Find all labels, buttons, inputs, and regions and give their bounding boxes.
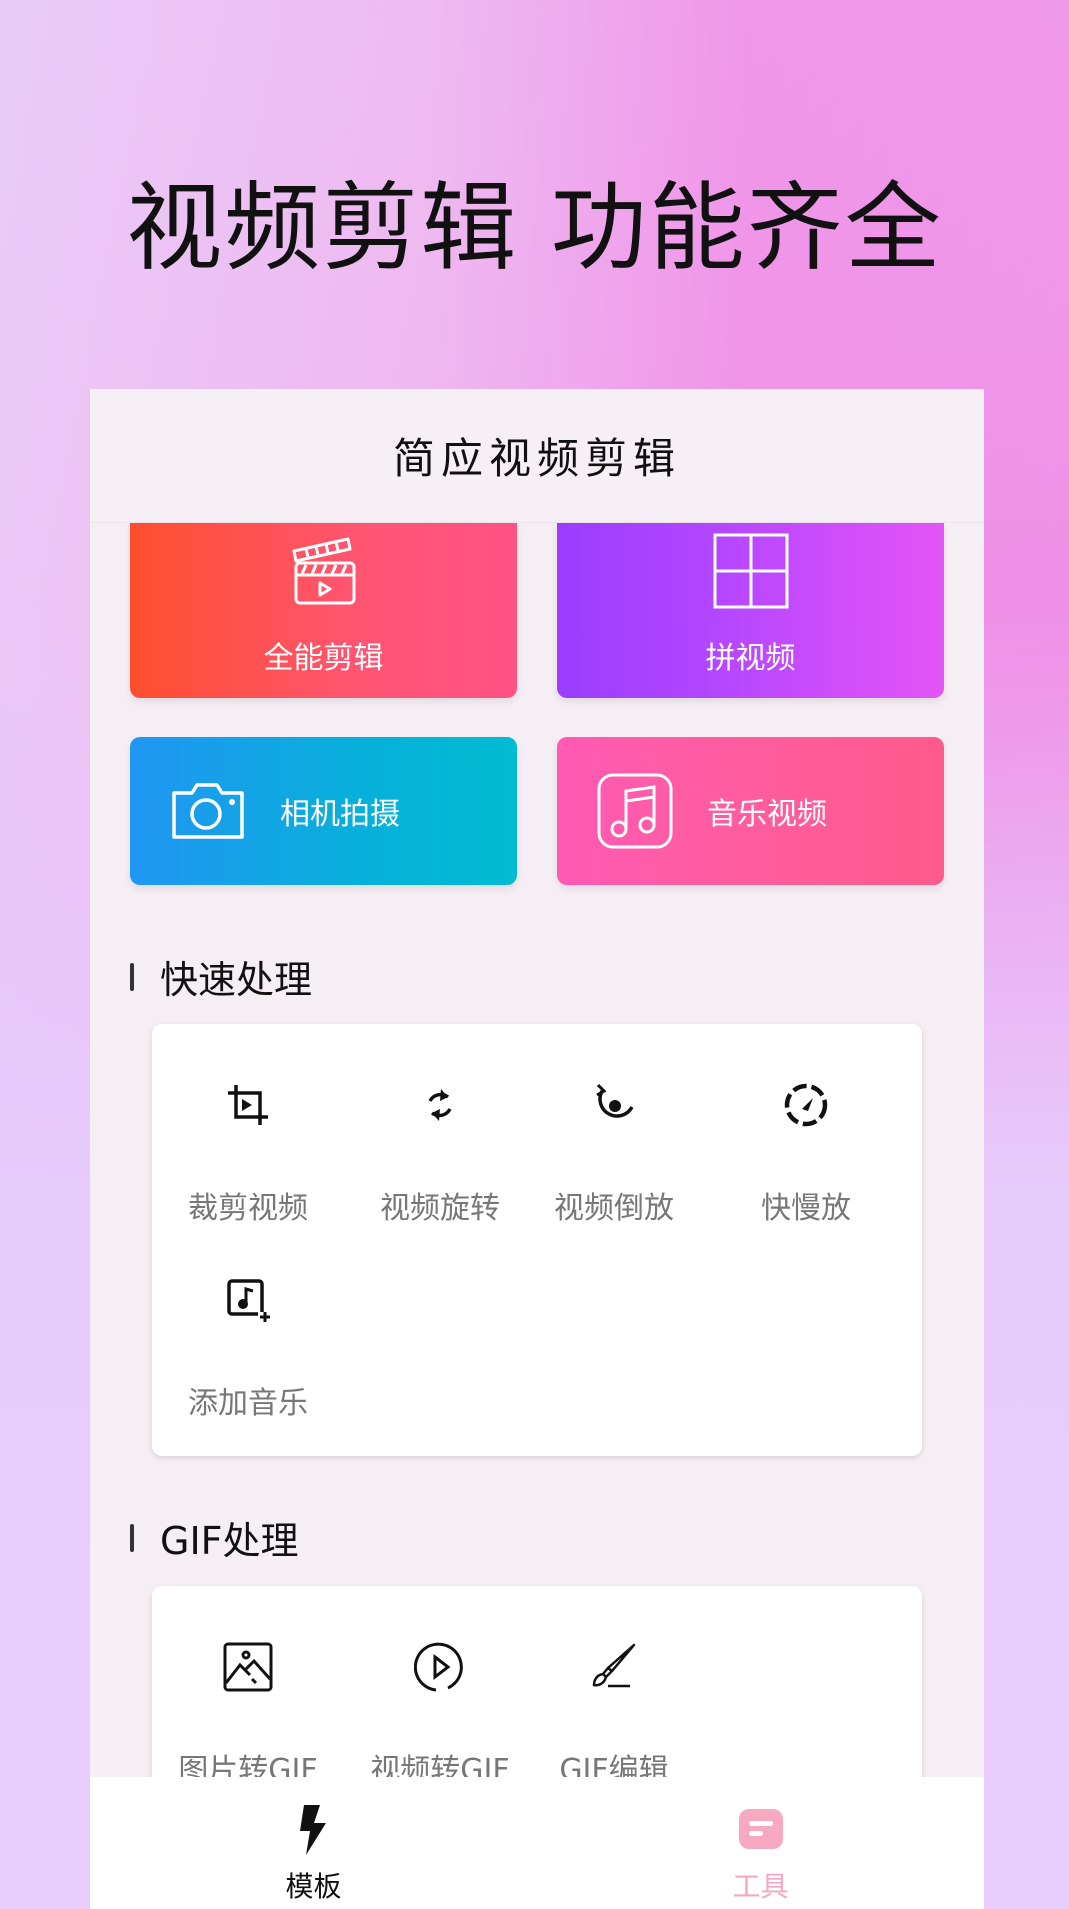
music-note-icon (595, 771, 675, 851)
app-title: 简应视频剪辑 (90, 389, 984, 523)
tool-speed[interactable]: 快慢放 (710, 1079, 902, 1227)
tool-crop-video[interactable]: 裁剪视频 (152, 1079, 344, 1227)
tool-label: 视频旋转 (380, 1191, 500, 1226)
app-screen: 简应视频剪辑 全能剪辑 拼视频 相机拍摄 音乐视频 快速处理 裁剪视频 视频旋转… (90, 389, 984, 1909)
add-music-icon (222, 1274, 274, 1326)
tool-gif-edit[interactable]: GIF编辑 (518, 1641, 710, 1789)
clapperboard-icon (284, 531, 364, 611)
feature-card-camera[interactable]: 相机拍摄 (130, 737, 517, 885)
camera-icon (168, 771, 248, 851)
tool-video-to-gif[interactable]: 视频转GIF (344, 1641, 536, 1789)
feature-card-merge-video[interactable]: 拼视频 (557, 523, 944, 698)
section-marker (130, 962, 134, 991)
play-circle-icon (414, 1641, 466, 1693)
feature-card-label: 音乐视频 (707, 797, 827, 832)
tool-add-music[interactable]: 添加音乐 (152, 1274, 344, 1422)
tab-templates[interactable]: 模板 (90, 1777, 537, 1909)
lightning-icon (290, 1803, 338, 1855)
crop-icon (222, 1079, 274, 1131)
tab-label: 模板 (285, 1870, 342, 1903)
tool-label: 裁剪视频 (188, 1191, 308, 1226)
tab-tools[interactable]: 工具 (537, 1777, 984, 1909)
tool-image-to-gif[interactable]: 图片转GIF (152, 1641, 344, 1789)
section-title-text: GIF处理 (160, 1519, 299, 1563)
tab-label: 工具 (732, 1870, 789, 1903)
image-icon (222, 1641, 274, 1693)
tool-label: 视频倒放 (554, 1191, 674, 1226)
tool-label: 快慢放 (761, 1191, 851, 1226)
grid-layout-icon (711, 531, 791, 611)
feature-card-full-edit[interactable]: 全能剪辑 (130, 523, 517, 698)
feature-card-label: 拼视频 (705, 641, 796, 676)
section-title-gif: GIF处理 (130, 1510, 299, 1565)
tool-rotate-video[interactable]: 视频旋转 (344, 1079, 536, 1227)
section-title-quick: 快速处理 (130, 949, 312, 1004)
feature-card-label: 相机拍摄 (280, 797, 400, 832)
promo-headline: 视频剪辑 功能齐全 (126, 172, 943, 284)
tool-reverse-video[interactable]: 视频倒放 (518, 1079, 710, 1227)
section-marker (130, 1523, 134, 1552)
brush-icon (588, 1641, 640, 1693)
feature-card-music-video[interactable]: 音乐视频 (557, 737, 944, 885)
bottom-tab-bar: 模板 工具 (90, 1777, 984, 1909)
tools-icon (737, 1803, 785, 1855)
rotate-icon (414, 1079, 466, 1131)
reverse-icon (588, 1079, 640, 1131)
section-title-text: 快速处理 (160, 958, 313, 1002)
feature-card-label: 全能剪辑 (263, 641, 384, 676)
speed-icon (780, 1079, 832, 1131)
tool-label: 添加音乐 (188, 1386, 308, 1421)
quick-tools-panel: 裁剪视频 视频旋转 视频倒放 快慢放 添加音乐 (152, 1024, 922, 1456)
